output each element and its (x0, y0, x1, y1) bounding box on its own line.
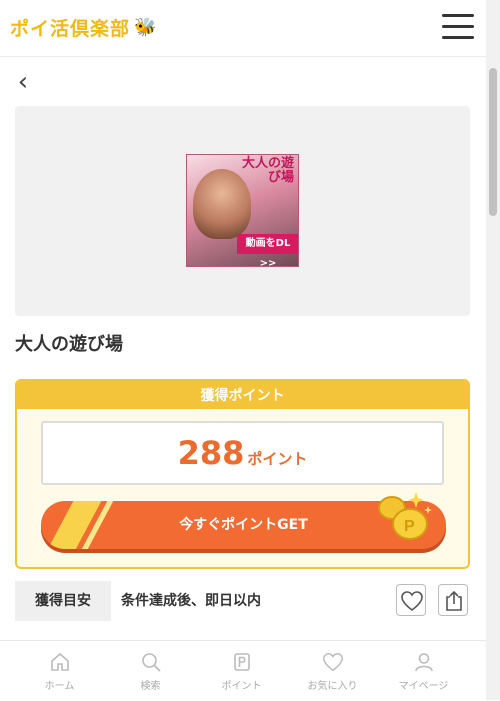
coins-icon: P (378, 492, 432, 540)
banner-title: 大人の遊び場 (242, 156, 295, 185)
heart-icon (401, 591, 423, 612)
points-header: 獲得ポイント (17, 381, 468, 409)
acquisition-text: 条件達成後、即日以内 (121, 593, 261, 609)
nav-item-mypage[interactable]: マイページ (378, 641, 469, 701)
share-icon (446, 590, 462, 611)
nav-item-search[interactable]: 検索 (105, 641, 196, 701)
svg-text:P: P (404, 518, 415, 535)
nav-label-favorites: お気に入り (307, 681, 358, 692)
chevron-left-icon[interactable]: ‹ (12, 68, 34, 96)
nav-item-home[interactable]: ホーム (14, 641, 105, 701)
points-unit: ポイント (247, 450, 308, 468)
nav-label-point: ポイント (221, 681, 262, 692)
nav-item-favorites[interactable]: お気に入り (287, 641, 378, 701)
point-icon (233, 653, 250, 671)
nav-label-search: 検索 (140, 681, 161, 692)
banner-cta: 動画をDL >> (237, 234, 298, 266)
app-header: ポイ活倶楽部 🐝 (0, 0, 486, 57)
favorite-button[interactable] (396, 584, 426, 616)
get-points-label: 今すぐポイントGET (179, 517, 308, 533)
points-value: 288 (177, 434, 245, 472)
points-value-box: 288 ポイント (41, 421, 444, 485)
share-button[interactable] (438, 584, 468, 616)
nav-label-mypage: マイページ (398, 681, 449, 692)
heart-icon (322, 653, 343, 672)
logo-text: ポイ活倶楽部 (10, 18, 131, 40)
home-icon (50, 652, 69, 671)
nav-item-point[interactable]: ポイント (196, 641, 287, 701)
acquisition-label: 獲得目安 (15, 581, 111, 621)
nav-label-home: ホーム (44, 681, 75, 692)
bee-icon: 🐝 (134, 17, 158, 38)
scrollbar-thumb[interactable] (489, 68, 497, 216)
search-icon (141, 653, 161, 672)
ad-banner-image[interactable]: 大人の遊び場 動画をDL >> (186, 154, 299, 267)
app-logo[interactable]: ポイ活倶楽部 🐝 (10, 14, 157, 41)
hamburger-menu-icon[interactable] (442, 14, 474, 40)
ad-title: 大人の遊び場 (15, 334, 123, 355)
bottom-nav: ホーム 検索 ポイント お気に入り マイページ (0, 640, 486, 701)
user-icon (414, 653, 433, 672)
